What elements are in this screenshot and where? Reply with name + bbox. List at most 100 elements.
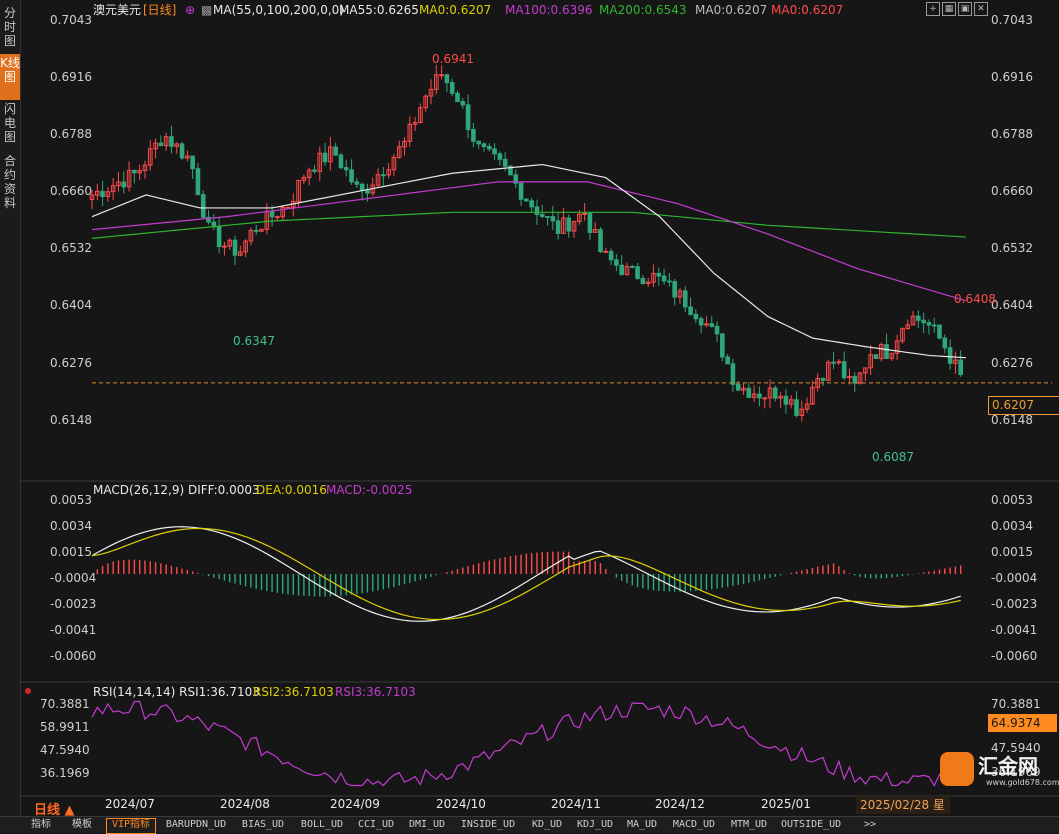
bottom-tab-8[interactable]: INSIDE_UD (459, 818, 517, 832)
x-axis-label: 2024/12 (655, 797, 705, 811)
candle-body (619, 264, 624, 276)
candle-body (195, 168, 201, 196)
sidebar-tab-3[interactable]: 合约资料 (0, 152, 20, 216)
price-axis-left-label: 0.6788 (50, 127, 92, 141)
price-axis-left-label: 0.7043 (50, 13, 92, 27)
candle-body (640, 277, 646, 285)
bottom-tab-5[interactable]: BOLL_UD (297, 818, 347, 832)
logo-mark-icon (940, 752, 974, 786)
candle-body (688, 306, 693, 315)
candle-body (947, 347, 953, 364)
candle-body (698, 318, 704, 326)
candle-body (582, 212, 587, 215)
macd-axis-right-label: -0.0023 (991, 597, 1037, 611)
header-item-7: MA100:0.6396 (505, 3, 593, 17)
macd-axis-right-label: 0.0034 (991, 519, 1033, 533)
candle-body (709, 323, 715, 327)
macd-axis-right-label: -0.0004 (991, 571, 1037, 585)
bottom-tab-3[interactable]: BARUPDN_UD (163, 818, 229, 832)
window-controls: + ▦ ▣ ✕ (926, 2, 990, 16)
ma200-line (91, 211, 967, 239)
candle-body (497, 153, 503, 160)
candle-body (693, 313, 699, 320)
candle-body (661, 275, 667, 282)
candle-body (916, 315, 921, 321)
bottom-tab-0[interactable]: 指标 (28, 818, 54, 832)
macd-diff-line (91, 526, 961, 622)
candle-body (672, 281, 677, 298)
logo-url: www.gold678.com (986, 778, 1059, 787)
bottom-tab-15[interactable]: >> (858, 818, 882, 832)
bottom-tab-12[interactable]: MACD_UD (672, 818, 716, 832)
candle-body (566, 217, 572, 232)
header-item-1: [日线] (143, 3, 176, 17)
ma55-line (91, 163, 967, 359)
candle-body (222, 245, 227, 248)
candle-body (460, 101, 466, 106)
candle-body (836, 361, 842, 364)
sidebar-tab-0[interactable]: 分时图 (0, 4, 20, 54)
ma100-line (91, 181, 967, 302)
candle-body (158, 142, 164, 147)
bottom-tab-13[interactable]: MTM_UD (728, 818, 770, 832)
price-axis-right-label: 0.6916 (991, 70, 1033, 84)
rsi-line (91, 700, 962, 787)
bottom-tab-14[interactable]: OUTSIDE_UD (781, 818, 841, 832)
candle-body (354, 181, 360, 185)
grid-icon[interactable]: ▦ (942, 2, 956, 16)
price-axis-left-label: 0.6916 (50, 70, 92, 84)
candle-body (714, 325, 720, 335)
bottom-tab-7[interactable]: DMI_UD (407, 818, 447, 832)
header-item-4: MA(55,0,100,200,0,0) (213, 3, 344, 17)
candle-body (667, 280, 672, 283)
candle-body (312, 169, 317, 172)
bottom-tab-4[interactable]: BIAS_UD (240, 818, 286, 832)
x-axis-label: 2024/07 (105, 797, 155, 811)
macd-axis-right-label: 0.0015 (991, 545, 1033, 559)
candle-body (545, 216, 550, 219)
rsi-axis-left-label: 47.5940 (40, 743, 90, 757)
sidebar: 分时图 K线图 闪电图 合约资料 (0, 0, 21, 816)
candle-body (931, 324, 937, 327)
candle-body (550, 216, 556, 222)
header-item-0: 澳元美元 (93, 3, 141, 17)
candle-body (365, 189, 370, 194)
bottom-tab-1[interactable]: 模板 (68, 818, 96, 832)
candle-body (100, 190, 105, 197)
candle-body (629, 265, 635, 268)
candle-body (518, 182, 524, 200)
price-axis-right-label: 0.6404 (991, 298, 1033, 312)
macd-axis-right-label: 0.0053 (991, 493, 1033, 507)
chart-canvas[interactable]: 澳元美元 [日线] ⊕ ▩ MA(55,0,100,200,0,0)MA55:0.626… (20, 0, 1059, 816)
macd-title: MACD(26,12,9) DIFF:0.0003 (93, 483, 260, 497)
rsi-current-tag: 64.9374 (988, 714, 1057, 732)
bottom-tab-6[interactable]: CCI_UD (356, 818, 396, 832)
price-axis-left-label: 0.6148 (50, 413, 92, 427)
candle-body (486, 146, 492, 150)
collapse-icon[interactable]: ▣ (958, 2, 972, 16)
candle-body (476, 140, 481, 145)
annotation-high: 0.6941 (432, 52, 474, 66)
candle-body (587, 212, 593, 233)
bottom-tab-9[interactable]: KD_UD (529, 818, 565, 832)
candle-body (216, 226, 222, 248)
macd-axis-left-label: -0.0041 (50, 623, 96, 637)
candle-body (200, 194, 206, 218)
crosshair-icon[interactable]: + (926, 2, 940, 16)
candle-body (338, 154, 344, 169)
rsi-axis-left-label: 70.3881 (40, 697, 90, 711)
price-axis-left-label: 0.6276 (50, 356, 92, 370)
price-axis-right-label: 0.6660 (991, 184, 1033, 198)
candle-body (958, 359, 964, 375)
price-axis-right-label: 0.6788 (991, 127, 1033, 141)
bottom-tab-11[interactable]: MA_UD (624, 818, 660, 832)
close-icon[interactable]: ✕ (974, 2, 988, 16)
bottom-tab-10[interactable]: KDJ_UD (576, 818, 614, 832)
rsi3-label: RSI3:36.7103 (335, 685, 416, 699)
sidebar-tab-2[interactable]: 闪电图 (0, 100, 20, 152)
sidebar-tab-1[interactable]: K线图 (0, 54, 20, 100)
price-axis-left-label: 0.6660 (50, 184, 92, 198)
rsi-marker-icon (25, 688, 31, 694)
candle-body (720, 333, 725, 358)
candle-body (444, 74, 450, 84)
